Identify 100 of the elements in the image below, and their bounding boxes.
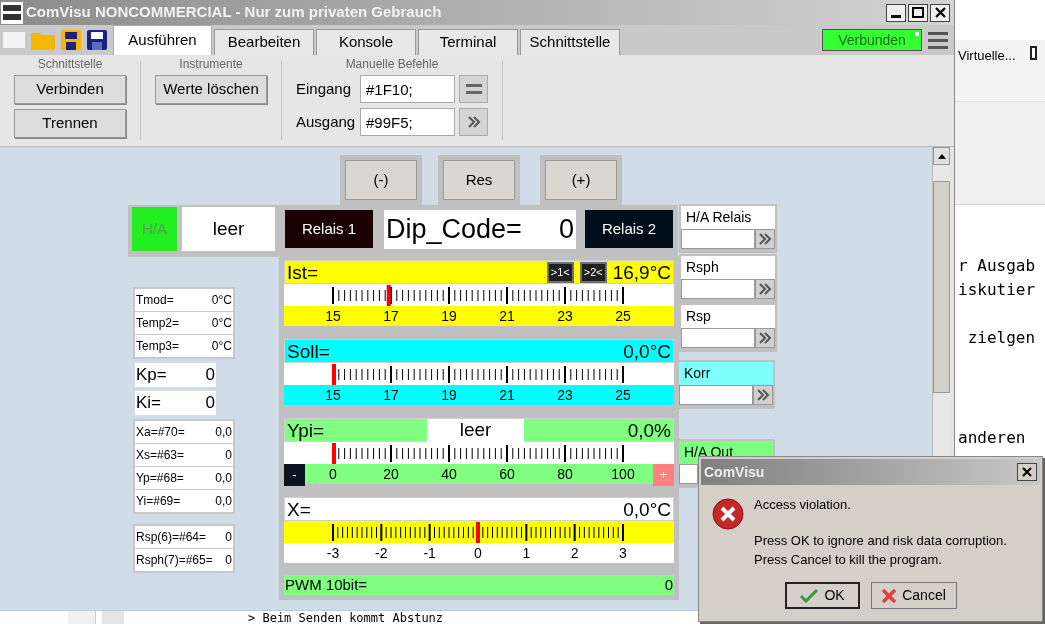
setpoint-field[interactable]	[681, 328, 755, 348]
double-chevron-icon	[756, 389, 770, 401]
tick-label: 15	[325, 307, 341, 326]
dialog-title: ComVisu	[704, 462, 765, 482]
ribbon-button[interactable]: Werte löschen	[155, 75, 267, 104]
scroll-up-button[interactable]	[933, 147, 950, 165]
tick-label: 25	[615, 386, 631, 405]
minimize-button[interactable]	[886, 3, 906, 22]
send-button[interactable]	[755, 328, 775, 348]
readout-label: Temp3=	[136, 338, 180, 355]
tick-label: 21	[499, 307, 515, 326]
readout-value: 0	[205, 392, 215, 415]
send-button[interactable]	[753, 385, 773, 405]
pwm-label: PWM 10bit=	[285, 574, 368, 595]
tab[interactable]: Konsole	[316, 29, 416, 55]
tab-label[interactable]: Virtuelle...	[958, 46, 1016, 66]
readout-label: Kp=	[136, 364, 167, 387]
setpoint-field[interactable]	[679, 385, 753, 405]
setpoint-label: Rsph	[681, 256, 775, 279]
step-button[interactable]: (+)	[545, 160, 617, 200]
step-button[interactable]: (-)	[345, 160, 417, 200]
step-button[interactable]: Res	[443, 160, 515, 200]
mode-value: leer	[182, 207, 275, 251]
gauge-value: 0,0%	[627, 420, 671, 440]
setpoint-label: H/A Relais	[681, 206, 775, 229]
double-chevron-icon	[466, 116, 481, 128]
ok-button[interactable]: OK	[785, 582, 860, 609]
tick-label: 17	[383, 307, 399, 326]
tick-label: 0	[329, 465, 337, 484]
gauge-label: Soll=	[287, 341, 330, 361]
double-chevron-icon	[758, 283, 772, 295]
tick-label: -3	[326, 544, 340, 563]
tick-label: 17	[383, 386, 399, 405]
save-as-icon[interactable]	[87, 30, 107, 50]
readout-value: 0	[225, 529, 232, 546]
tab[interactable]: Schnittstelle	[520, 29, 620, 55]
console-line: zielgen	[966, 327, 1036, 349]
send-button[interactable]	[755, 279, 775, 299]
double-chevron-icon	[758, 233, 772, 245]
setpoint-field[interactable]	[679, 464, 698, 484]
send-button[interactable]	[755, 229, 775, 249]
readout-label: Tmod=	[136, 292, 174, 309]
gauge-label: X=	[287, 499, 311, 519]
minimize-icon	[891, 14, 901, 18]
decrease-button[interactable]: -	[284, 464, 305, 486]
readout-value: 0,0	[215, 424, 232, 441]
setpoint-field[interactable]	[681, 229, 755, 249]
scroll-up-icon	[937, 153, 946, 159]
group-title: Schnittstelle	[37, 58, 103, 70]
readout-label: Xs=#63=	[136, 447, 185, 464]
tick-label: -1	[423, 544, 436, 563]
gauge-value: 0,0°C	[623, 499, 671, 519]
group-title: Manuelle Befehle	[345, 58, 439, 70]
tick-label: 23	[557, 307, 573, 326]
setpoint-field[interactable]	[681, 279, 755, 299]
equals-icon	[465, 83, 482, 95]
maximize-icon	[912, 7, 924, 18]
cancel-button[interactable]: Cancel	[871, 582, 957, 609]
device-icon	[1029, 46, 1037, 60]
channel-toggle[interactable]: >1<	[546, 261, 574, 283]
maximize-button[interactable]	[908, 3, 928, 22]
console-line: r Ausgab	[958, 255, 1036, 277]
app-logo-icon	[1, 1, 23, 24]
send-button[interactable]	[459, 108, 488, 136]
tick-label: 100	[611, 465, 635, 484]
readout-label: Rsph(7)=#65=	[136, 552, 213, 569]
tick-label: 21	[499, 386, 515, 405]
status-field: leer	[427, 419, 524, 442]
command-field[interactable]: #99F5;	[360, 108, 455, 136]
readout-value: 0°C	[211, 292, 232, 309]
ribbon-button[interactable]: Trennen	[14, 109, 126, 138]
tab[interactable]: Ausführen	[113, 25, 212, 55]
ribbon-button[interactable]: Verbinden	[14, 75, 126, 104]
setpoint-label: Korr	[679, 362, 773, 385]
tab[interactable]: Bearbeiten	[214, 29, 314, 55]
pwm-value: 0	[664, 574, 673, 595]
gauge-label: Ist=	[287, 262, 319, 282]
readout-value: 0	[205, 364, 215, 387]
tick-label: 2	[570, 544, 579, 563]
tab[interactable]: Terminal	[418, 29, 518, 55]
apply-button[interactable]	[459, 75, 488, 103]
menu-icon[interactable]	[928, 30, 948, 50]
error-detail: Press Cancel to kill the program.	[754, 551, 943, 569]
readout-label: Ki=	[136, 392, 162, 415]
tick-label: 19	[441, 386, 457, 405]
error-icon	[712, 498, 744, 530]
close-button[interactable]	[1017, 463, 1037, 481]
scroll-thumb[interactable]	[933, 181, 950, 393]
readout-label: Rsp(6)=#64=	[136, 529, 207, 546]
close-icon	[1022, 467, 1032, 477]
setpoint-label: Rsp	[681, 305, 775, 328]
cross-icon	[882, 588, 897, 603]
channel-toggle[interactable]: >2<	[579, 261, 607, 283]
readout-value: 0	[225, 552, 232, 569]
save-icon[interactable]	[61, 30, 81, 50]
dip-code-value: 0	[558, 213, 574, 247]
command-field[interactable]: #1F10;	[360, 75, 455, 103]
close-button[interactable]	[930, 3, 950, 22]
readout-value: 0,0	[215, 470, 232, 487]
gauge-value: 0,0°C	[623, 341, 671, 361]
